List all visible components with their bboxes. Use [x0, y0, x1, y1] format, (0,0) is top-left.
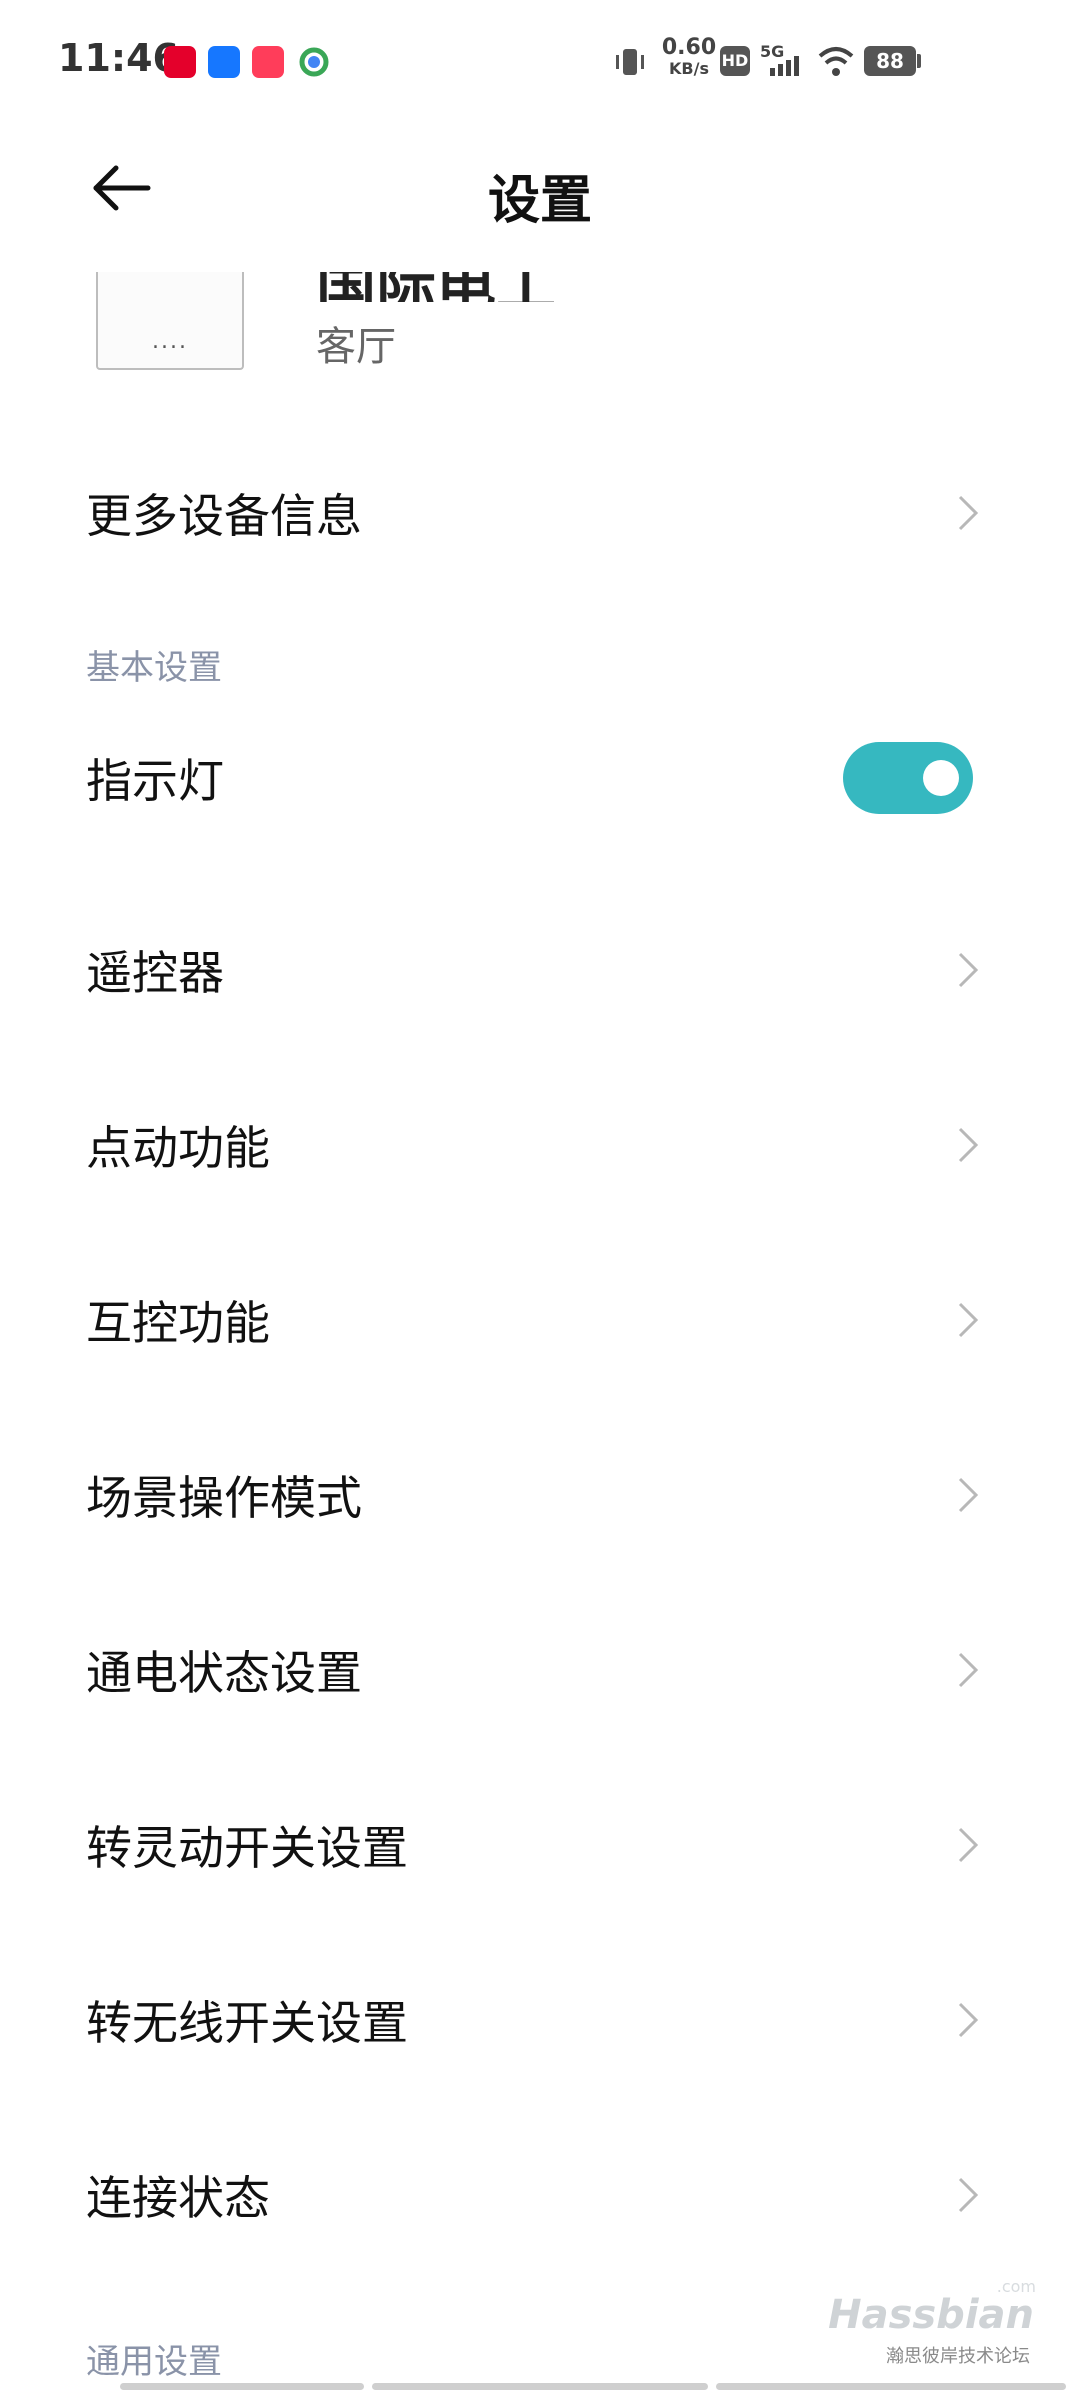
- more-device-info-row[interactable]: 更多设备信息: [0, 428, 1080, 598]
- chevron-right-icon: [958, 1652, 979, 1688]
- device-name: 国际电工: [316, 272, 556, 302]
- device-thumbnail-text: ....: [152, 329, 188, 354]
- status-bar: 11:46 0.60 KB/s HD 5G 88: [0, 0, 1080, 120]
- bottom-indicator-center: [372, 2383, 708, 2390]
- section-header-general: 通用设置: [86, 2342, 222, 2382]
- settings-page: 11:46 0.60 KB/s HD 5G 88 设置 .... 客厅 更多设备…: [0, 0, 1080, 2408]
- power-on-state-label: 通电状态设置: [86, 1646, 362, 1700]
- toggle-knob: [923, 760, 959, 796]
- wifi-icon: [816, 44, 856, 82]
- jog-function-label: 点动功能: [86, 1121, 270, 1175]
- bottom-indicator-right: [716, 2383, 1066, 2390]
- power-on-state-row[interactable]: 通电状态设置: [0, 1585, 1080, 1755]
- smart-switch-label: 转灵动开关设置: [86, 1821, 408, 1875]
- device-room: 客厅: [316, 324, 396, 370]
- chevron-right-icon: [958, 1827, 979, 1863]
- alipay-icon: [208, 46, 240, 78]
- battery-icon: 88: [864, 46, 916, 76]
- mutual-control-row[interactable]: 互控功能: [0, 1235, 1080, 1405]
- hd-label: HD: [721, 51, 749, 70]
- chrome-like-icon: [298, 46, 330, 78]
- jog-function-row[interactable]: 点动功能: [0, 1060, 1080, 1230]
- network-speed-value: 0.60: [661, 35, 717, 60]
- chevron-right-icon: [958, 1302, 979, 1338]
- chevron-right-icon: [958, 2177, 979, 2213]
- more-device-info-label: 更多设备信息: [86, 489, 362, 543]
- section-header-basic: 基本设置: [86, 648, 222, 688]
- watermark-subtitle: 瀚思彼岸技术论坛: [886, 2346, 1030, 2367]
- device-thumbnail: ....: [96, 272, 244, 370]
- wireless-switch-label: 转无线开关设置: [86, 1996, 408, 2050]
- remote-control-row[interactable]: 遥控器: [0, 885, 1080, 1055]
- watermark-brand: Hassbian: [828, 2292, 1034, 2338]
- smart-switch-row[interactable]: 转灵动开关设置: [0, 1760, 1080, 1930]
- chevron-right-icon: [958, 952, 979, 988]
- scene-mode-row[interactable]: 场景操作模式: [0, 1410, 1080, 1580]
- mutual-control-label: 互控功能: [86, 1296, 270, 1350]
- vibrate-icon: [612, 44, 648, 84]
- chevron-right-icon: [958, 2002, 979, 2038]
- connection-status-label: 连接状态: [86, 2171, 270, 2225]
- chevron-right-icon: [958, 1477, 979, 1513]
- taobao-icon: [252, 46, 284, 78]
- connection-status-row[interactable]: 连接状态: [0, 2110, 1080, 2280]
- signal-icon: 5G: [760, 42, 808, 78]
- tmall-icon: [164, 46, 196, 78]
- hd-badge: HD: [720, 46, 750, 76]
- chevron-right-icon: [958, 1127, 979, 1163]
- indicator-light-toggle[interactable]: [843, 742, 973, 814]
- battery-tip: [917, 54, 921, 68]
- network-speed-unit: KB/s: [669, 59, 709, 78]
- wireless-switch-row[interactable]: 转无线开关设置: [0, 1935, 1080, 2105]
- battery-level: 88: [876, 49, 904, 73]
- scene-mode-label: 场景操作模式: [86, 1471, 362, 1525]
- bottom-indicator-left: [120, 2383, 364, 2390]
- indicator-light-label: 指示灯: [86, 754, 224, 808]
- network-speed: 0.60 KB/s: [658, 36, 720, 78]
- page-title: 设置: [487, 171, 592, 231]
- status-time: 11:46: [58, 36, 179, 80]
- chevron-right-icon: [958, 495, 979, 531]
- remote-control-label: 遥控器: [86, 946, 224, 1000]
- device-name-clip: 国际电工: [316, 272, 716, 302]
